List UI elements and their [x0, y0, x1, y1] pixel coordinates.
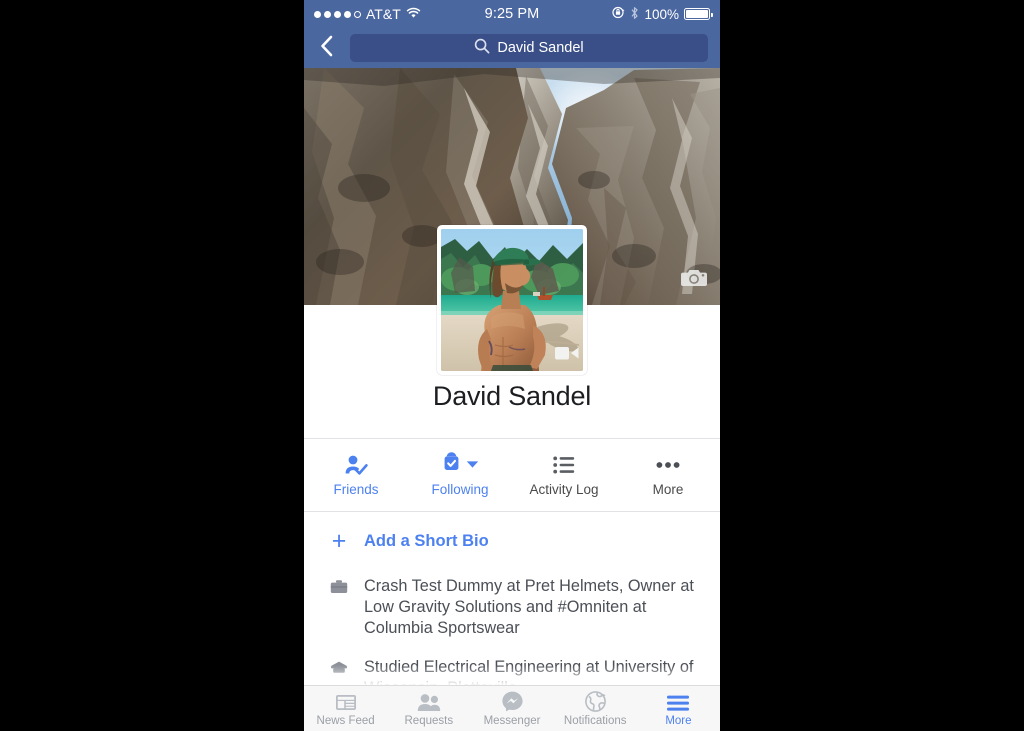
- action-following[interactable]: Following: [408, 439, 512, 511]
- edit-cover-photo-button[interactable]: [680, 267, 708, 289]
- tab-messenger-label: Messenger: [483, 715, 541, 727]
- plus-icon: +: [331, 527, 347, 555]
- add-short-bio-label: Add a Short Bio: [364, 532, 489, 550]
- profile-header: David Sandel: [304, 225, 720, 438]
- action-more-label: More: [652, 481, 684, 497]
- briefcase-icon: [330, 576, 348, 595]
- page-title: David Sandel: [432, 381, 592, 411]
- battery-full-icon: [684, 8, 714, 20]
- action-friends-label: Friends: [333, 481, 379, 497]
- ellipsis-icon: [656, 454, 680, 476]
- newspaper-icon: [335, 690, 357, 712]
- battery-percent-label: 100%: [644, 6, 680, 22]
- search-icon: [474, 38, 490, 58]
- screenshot-stage: AT&T 9:25 PM 100% David Sandel David San…: [0, 0, 1024, 731]
- action-more[interactable]: More: [616, 439, 720, 511]
- signal-strength-dots: [314, 10, 361, 18]
- graduation-cap-icon: [330, 657, 348, 675]
- bluetooth-icon: [630, 6, 639, 23]
- action-activity-log-label: Activity Log: [529, 481, 599, 497]
- about-item-work-text: Crash Test Dummy at Pret Helmets, Owner …: [364, 577, 694, 638]
- status-bar: AT&T 9:25 PM 100%: [304, 0, 720, 28]
- back-button[interactable]: [312, 33, 342, 63]
- tab-news-feed[interactable]: News Feed: [304, 686, 387, 731]
- clock: 9:25 PM: [484, 6, 540, 22]
- video-camera-icon: [554, 344, 580, 367]
- status-bar-left: AT&T: [314, 6, 485, 22]
- status-bar-right: 100%: [539, 6, 714, 23]
- tab-more[interactable]: More: [637, 686, 720, 731]
- bottom-tab-bar: News Feed Requests Messenger Notificatio…: [304, 685, 720, 731]
- profile-action-row: Friends Following Activity Log More: [304, 439, 720, 511]
- search-input[interactable]: David Sandel: [350, 34, 708, 62]
- friend-requests-icon: [417, 690, 441, 712]
- tab-requests[interactable]: Requests: [387, 686, 470, 731]
- action-friends[interactable]: Friends: [304, 439, 408, 511]
- navigation-bar: David Sandel: [304, 28, 720, 68]
- globe-icon: [584, 690, 606, 712]
- following-check-icon: [442, 451, 461, 478]
- tab-notifications[interactable]: Notifications: [554, 686, 637, 731]
- search-input-value: David Sandel: [497, 40, 584, 56]
- action-activity-log[interactable]: Activity Log: [512, 439, 616, 511]
- avatar[interactable]: [437, 225, 587, 375]
- action-following-label: Following: [431, 481, 489, 497]
- tab-news-feed-label: News Feed: [316, 715, 375, 727]
- friend-check-icon: [344, 454, 368, 476]
- rotation-lock-icon: [612, 6, 625, 22]
- tab-more-label: More: [665, 715, 692, 727]
- add-short-bio-button[interactable]: + Add a Short Bio: [304, 516, 720, 567]
- chevron-left-icon: [319, 34, 335, 63]
- hamburger-icon: [666, 690, 690, 712]
- tab-messenger[interactable]: Messenger: [470, 686, 553, 731]
- tab-notifications-label: Notifications: [563, 715, 627, 727]
- carrier-label: AT&T: [366, 6, 401, 22]
- list-icon: [553, 454, 575, 476]
- messenger-icon: [501, 690, 523, 712]
- about-item-work[interactable]: Crash Test Dummy at Pret Helmets, Owner …: [304, 567, 720, 648]
- wifi-icon: [406, 6, 421, 22]
- tab-requests-label: Requests: [404, 715, 454, 727]
- phone-screen: AT&T 9:25 PM 100% David Sandel David San…: [304, 0, 720, 731]
- camera-icon: [680, 267, 708, 289]
- chevron-down-icon: [466, 456, 479, 474]
